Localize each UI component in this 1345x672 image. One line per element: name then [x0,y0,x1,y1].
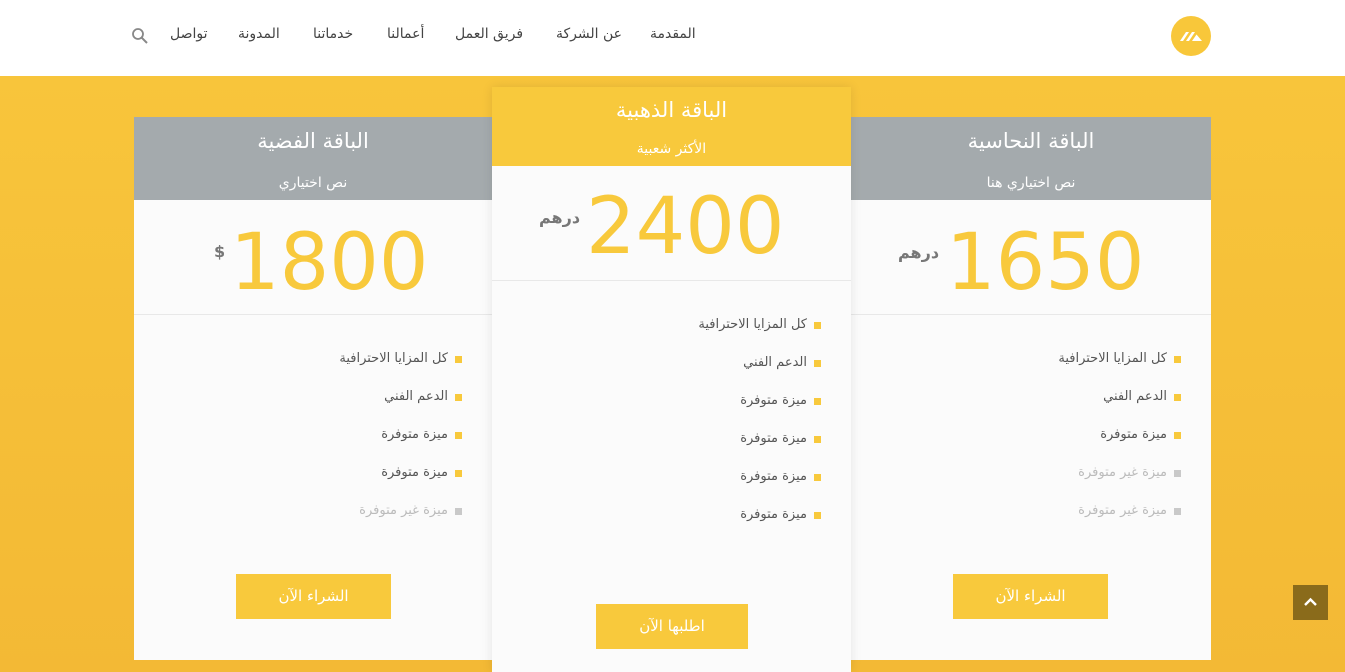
card-subtitle: نص اختياري [278,175,348,191]
divider [492,280,851,281]
feature-item-unavailable: ميزة غير متوفرة [981,465,1181,483]
feature-item: ميزة متوفرة [262,427,462,445]
feature-item: الدعم الفني [981,389,1181,407]
logo-icon[interactable] [1171,16,1211,56]
feature-item: ميزة متوفرة [621,507,821,525]
square-bullet-icon [1174,394,1181,401]
feature-item: كل المزايا الاحترافية [621,317,821,335]
feature-label: ميزة متوفرة [740,469,807,484]
feature-label: ميزة غير متوفرة [1078,465,1167,480]
feature-item: ميزة متوفرة [621,469,821,487]
feature-label: كل المزايا الاحترافية [698,317,807,332]
card-subtitle: الأكثر شعبية [636,141,707,157]
card-title: الباقة النحاسية [967,129,1095,153]
nav-item-blog[interactable]: المدونة [238,26,280,42]
buy-now-button[interactable]: الشراء الآن [953,574,1108,619]
nav-item-home[interactable]: المقدمة [650,26,696,42]
feature-item-unavailable: ميزة غير متوفرة [262,503,462,521]
feature-label: ميزة متوفرة [740,507,807,522]
feature-item: كل المزايا الاحترافية [262,351,462,369]
chevron-up-icon [1304,597,1317,606]
square-bullet-icon [814,436,821,443]
feature-label: كل المزايا الاحترافية [339,351,448,366]
square-bullet-icon [814,360,821,367]
feature-label: ميزة متوفرة [740,393,807,408]
price-value: 1800 [230,218,429,308]
square-bullet-icon [455,356,462,363]
nav-item-portfolio[interactable]: أعمالنا [387,26,424,42]
square-bullet-icon [814,474,821,481]
feature-label: الدعم الفني [743,355,807,370]
divider [851,314,1211,315]
feature-label: ميزة متوفرة [381,427,448,442]
feature-label: الدعم الفني [1103,389,1167,404]
feature-label: ميزة غير متوفرة [359,503,448,518]
order-now-button[interactable]: اطلبها الآن [596,604,748,649]
price-value: 1650 [946,218,1145,308]
feature-item: الدعم الفني [621,355,821,373]
square-bullet-icon [814,398,821,405]
feature-item: ميزة متوفرة [981,427,1181,445]
card-header: الباقة النحاسية نص اختياري هنا [851,117,1211,200]
nav-item-team[interactable]: فريق العمل [455,26,523,42]
square-bullet-icon [455,470,462,477]
price-value: 2400 [586,182,785,272]
buy-now-button[interactable]: الشراء الآن [236,574,391,619]
site-header: المقدمة عن الشركة فريق العمل أعمالنا خدم… [0,0,1345,76]
card-header: الباقة الذهبية الأكثر شعبية [492,87,851,166]
square-bullet-icon [455,508,462,515]
back-to-top-button[interactable] [1293,585,1328,620]
nav-item-about[interactable]: عن الشركة [556,26,622,42]
feature-label: ميزة متوفرة [1100,427,1167,442]
feature-label: الدعم الفني [384,389,448,404]
pricing-card-copper: الباقة النحاسية نص اختياري هنا 1650 درهم… [851,117,1211,660]
divider [134,314,492,315]
price-currency: درهم [898,243,940,262]
feature-label: كل المزايا الاحترافية [1058,351,1167,366]
feature-label: ميزة متوفرة [381,465,448,480]
square-bullet-icon [1174,470,1181,477]
feature-label: ميزة غير متوفرة [1078,503,1167,518]
feature-item: الدعم الفني [262,389,462,407]
square-bullet-icon [814,322,821,329]
card-subtitle: نص اختياري هنا [986,175,1076,191]
square-bullet-icon [455,394,462,401]
pricing-card-gold: الباقة الذهبية الأكثر شعبية 2400 درهم كل… [492,87,851,672]
square-bullet-icon [814,512,821,519]
square-bullet-icon [1174,356,1181,363]
square-bullet-icon [455,432,462,439]
square-bullet-icon [1174,508,1181,515]
card-title: الباقة الذهبية [615,98,728,122]
card-header: الباقة الفضية نص اختياري [134,117,492,200]
price-currency: درهم [539,208,581,227]
nav-item-services[interactable]: خدماتنا [313,26,353,42]
pricing-card-silver: الباقة الفضية نص اختياري 1800 $ كل المزا… [134,117,492,660]
square-bullet-icon [1174,432,1181,439]
feature-item-unavailable: ميزة غير متوفرة [981,503,1181,521]
feature-item: كل المزايا الاحترافية [981,351,1181,369]
feature-item: ميزة متوفرة [262,465,462,483]
feature-item: ميزة متوفرة [621,393,821,411]
feature-label: ميزة متوفرة [740,431,807,446]
search-icon[interactable] [131,27,149,45]
card-title: الباقة الفضية [257,129,369,153]
nav-item-contact[interactable]: تواصل [170,26,208,42]
feature-item: ميزة متوفرة [621,431,821,449]
price-currency: $ [214,242,226,261]
